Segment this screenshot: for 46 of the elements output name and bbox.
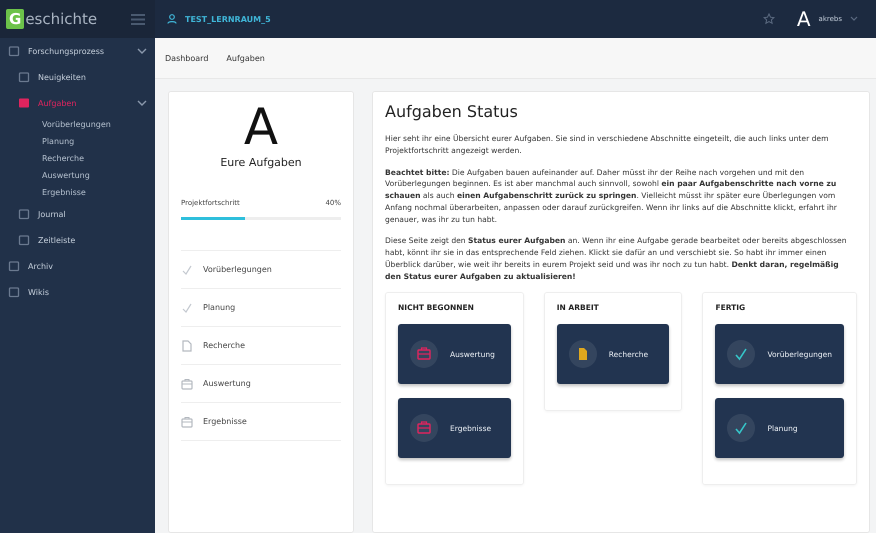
square-icon	[18, 71, 30, 83]
check-icon	[727, 340, 756, 368]
logo-mark: G	[6, 9, 24, 29]
briefcase-icon	[410, 414, 438, 442]
menu-icon[interactable]	[131, 14, 145, 24]
briefcase-icon	[181, 416, 193, 428]
task-link[interactable]: Vorüberlegungen	[181, 251, 341, 289]
chevron-icon[interactable]	[850, 16, 858, 22]
check-icon	[727, 414, 756, 442]
file-icon	[568, 340, 597, 368]
check-icon	[181, 302, 193, 314]
task-link[interactable]: Ergebnisse	[181, 403, 341, 441]
sidebar-subitem[interactable]: Recherche	[0, 150, 155, 167]
sidebar-subitem[interactable]: Vorüberlegungen	[0, 116, 155, 133]
square-icon	[18, 97, 30, 109]
breadcrumb-link[interactable]: Dashboard	[165, 54, 208, 62]
breadcrumb-link[interactable]: Aufgaben	[226, 54, 265, 62]
sidebar-item[interactable]: Archiv	[0, 253, 155, 279]
task-link[interactable]: Recherche	[181, 327, 341, 365]
star-icon[interactable]	[762, 13, 775, 25]
square-icon	[8, 45, 20, 57]
sidebar-item[interactable]: Wikis	[0, 279, 155, 305]
task-link[interactable]: Planung	[181, 289, 341, 327]
sidebar-item[interactable]: Zeitleiste	[0, 227, 155, 253]
card-title: Eure Aufgaben	[219, 156, 303, 169]
briefcase-icon	[181, 378, 193, 390]
room-name[interactable]: TEST_LERNRAUM_5	[185, 14, 271, 24]
logo-text: eschichte	[25, 10, 98, 28]
square-icon	[8, 286, 20, 298]
avatar-letter: A	[242, 102, 280, 152]
sidebar-subitem[interactable]: Auswertung	[0, 167, 155, 184]
square-icon	[8, 260, 20, 272]
file-icon	[181, 340, 193, 352]
sidebar-item[interactable]: Forschungsprozess	[0, 38, 155, 64]
page-title: Aufgaben Status	[385, 102, 519, 121]
sidebar-item[interactable]: Neuigkeiten	[0, 64, 155, 90]
square-icon	[18, 208, 30, 220]
check-icon	[181, 264, 193, 276]
avatar[interactable]: A	[796, 7, 811, 31]
sidebar-item[interactable]: Journal	[0, 201, 155, 227]
square-icon	[18, 234, 30, 246]
user-icon	[167, 14, 177, 24]
briefcase-icon	[410, 340, 438, 368]
sidebar-subitem[interactable]: Planung	[0, 133, 155, 150]
task-link[interactable]: Auswertung	[181, 365, 341, 403]
sidebar-subitem[interactable]: Ergebnisse	[0, 184, 155, 201]
